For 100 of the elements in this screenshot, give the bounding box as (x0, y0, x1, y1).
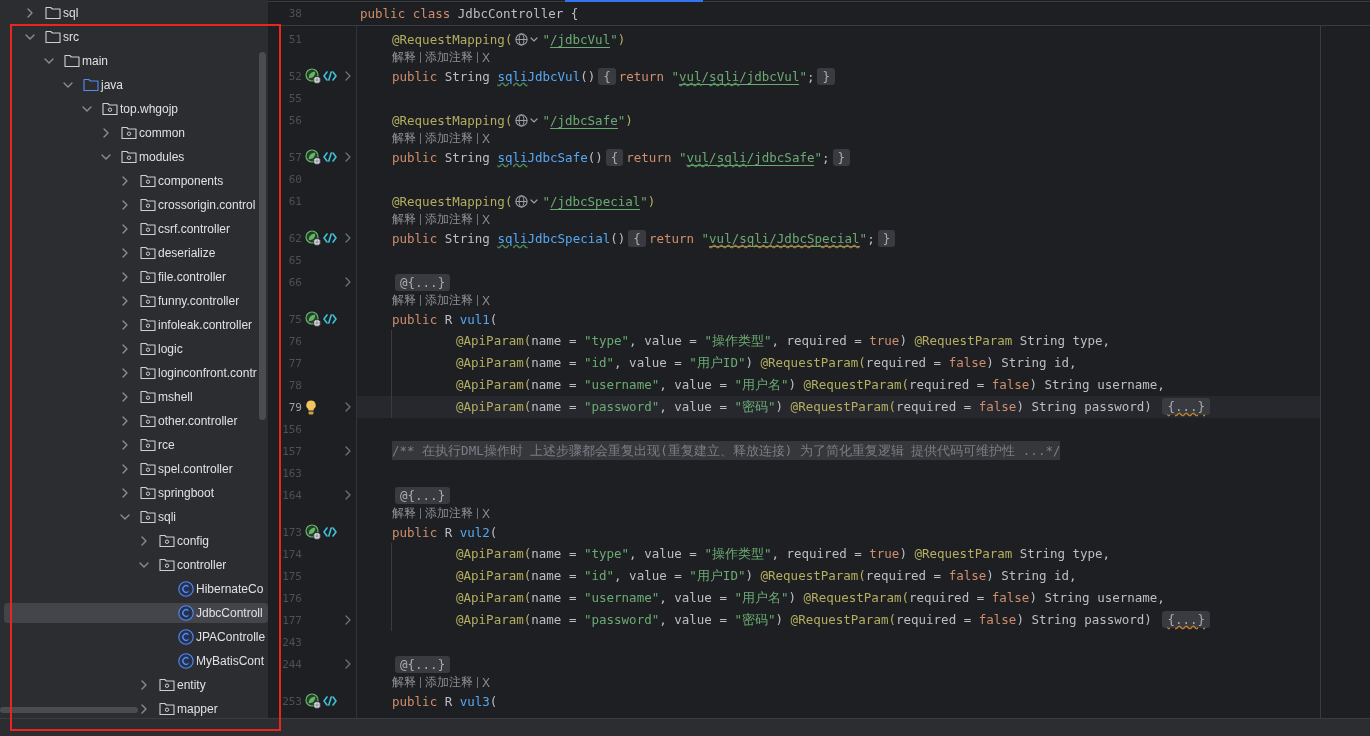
inlay-link[interactable]: X (482, 506, 490, 521)
tree-item[interactable]: main (4, 51, 268, 71)
tree-item[interactable]: components (4, 171, 268, 191)
tree-item[interactable]: src (4, 27, 268, 47)
chevron-down-icon[interactable] (44, 58, 54, 64)
chevron-right-icon[interactable] (122, 344, 128, 354)
tree-item[interactable]: file.controller (4, 267, 268, 287)
chevron-right-icon[interactable] (141, 680, 147, 690)
code-brackets-icon[interactable] (323, 233, 337, 243)
tree-item[interactable]: springboot (4, 483, 268, 503)
horizontal-scrollbar[interactable] (0, 707, 138, 713)
tree-item[interactable]: HibernateCo (4, 579, 268, 599)
tree-item[interactable]: controller (4, 555, 268, 575)
chevron-right-icon[interactable] (122, 368, 128, 378)
globe-dropdown-icon[interactable] (515, 194, 540, 208)
tree-item[interactable]: JPAControlle (4, 627, 268, 647)
inlay-link[interactable]: X (482, 293, 490, 308)
leaf-globe-icon[interactable] (305, 311, 321, 327)
tree-item[interactable]: MyBatisCont (4, 651, 268, 671)
tree-item[interactable]: java (4, 75, 268, 95)
tree-item[interactable]: csrf.controller (4, 219, 268, 239)
fold-chevron-icon[interactable] (344, 490, 351, 500)
fold-chevron-icon[interactable] (344, 659, 351, 669)
tree-item[interactable]: modules (4, 147, 268, 167)
chevron-right-icon[interactable] (122, 272, 128, 282)
tree-item[interactable]: mshell (4, 387, 268, 407)
chevron-right-icon[interactable] (122, 488, 128, 498)
inlay-link[interactable]: X (482, 212, 490, 227)
tree-item[interactable]: mapper (4, 699, 268, 718)
inlay-link[interactable]: 添加注释 (425, 49, 473, 66)
tree-item[interactable]: logic (4, 339, 268, 359)
inlay-link[interactable]: 添加注释 (425, 505, 473, 522)
tree-item[interactable]: JdbcControll (4, 603, 268, 623)
chevron-right-icon[interactable] (141, 536, 147, 546)
chevron-right-icon[interactable] (122, 320, 128, 330)
inlay-link[interactable]: 解释 (392, 130, 416, 147)
tree-item[interactable]: infoleak.controller (4, 315, 268, 335)
chevron-down-icon[interactable] (139, 562, 149, 568)
inlay-link[interactable]: X (482, 50, 490, 65)
leaf-globe-icon[interactable] (305, 230, 321, 246)
chevron-down-icon[interactable] (101, 154, 111, 160)
tree-item[interactable]: crossorigin.control (4, 195, 268, 215)
tree-item[interactable]: config (4, 531, 268, 551)
chevron-right-icon[interactable] (122, 416, 128, 426)
inlay-link[interactable]: 解释 (392, 674, 416, 691)
code-brackets-icon[interactable] (323, 314, 337, 324)
tree-item[interactable]: sql (4, 3, 268, 23)
tree-item[interactable]: top.whgojp (4, 99, 268, 119)
globe-dropdown-icon[interactable] (515, 113, 540, 127)
fold-chevron-icon[interactable] (344, 615, 351, 625)
chevron-right-icon[interactable] (122, 176, 128, 186)
inlay-link[interactable]: 添加注释 (425, 674, 473, 691)
chevron-down-icon[interactable] (25, 34, 35, 40)
tree-item[interactable]: entity (4, 675, 268, 695)
chevron-down-icon[interactable] (63, 82, 73, 88)
leaf-globe-icon[interactable] (305, 524, 321, 540)
tree-item[interactable]: other.controller (4, 411, 268, 431)
tree-item[interactable]: deserialize (4, 243, 268, 263)
fold-chevron-icon[interactable] (344, 446, 351, 456)
inlay-link[interactable]: 解释 (392, 211, 416, 228)
tree-item[interactable]: sqli (4, 507, 268, 527)
chevron-down-icon[interactable] (120, 514, 130, 520)
fold-chevron-icon[interactable] (344, 402, 351, 412)
inlay-link[interactable]: 添加注释 (425, 211, 473, 228)
chevron-right-icon[interactable] (141, 704, 147, 714)
chevron-right-icon[interactable] (122, 440, 128, 450)
leaf-globe-icon[interactable] (305, 68, 321, 84)
tree-item[interactable]: common (4, 123, 268, 143)
chevron-right-icon[interactable] (122, 392, 128, 402)
fold-chevron-icon[interactable] (344, 277, 351, 287)
code-brackets-icon[interactable] (323, 527, 337, 537)
code-brackets-icon[interactable] (323, 152, 337, 162)
chevron-right-icon[interactable] (122, 464, 128, 474)
tree-item[interactable]: loginconfront.contr (4, 363, 268, 383)
fold-chevron-icon[interactable] (344, 152, 351, 162)
chevron-right-icon[interactable] (122, 248, 128, 258)
chevron-down-icon[interactable] (82, 106, 92, 112)
vertical-scrollbar[interactable] (259, 52, 266, 420)
leaf-globe-icon[interactable] (305, 149, 321, 165)
lightbulb-icon[interactable] (305, 399, 317, 415)
chevron-right-icon[interactable] (122, 224, 128, 234)
tree-item[interactable]: spel.controller (4, 459, 268, 479)
chevron-right-icon[interactable] (103, 128, 109, 138)
fold-chevron-icon[interactable] (344, 233, 351, 243)
inlay-link[interactable]: 解释 (392, 505, 416, 522)
inlay-link[interactable]: X (482, 675, 490, 690)
code-brackets-icon[interactable] (323, 71, 337, 81)
code-brackets-icon[interactable] (323, 696, 337, 706)
tree-item[interactable]: funny.controller (4, 291, 268, 311)
chevron-right-icon[interactable] (122, 296, 128, 306)
inlay-link[interactable]: 解释 (392, 49, 416, 66)
globe-dropdown-icon[interactable] (515, 32, 540, 46)
tree-item[interactable]: rce (4, 435, 268, 455)
chevron-right-icon[interactable] (122, 200, 128, 210)
inlay-link[interactable]: 解释 (392, 292, 416, 309)
inlay-link[interactable]: 添加注释 (425, 292, 473, 309)
chevron-right-icon[interactable] (27, 8, 33, 18)
inlay-link[interactable]: 添加注释 (425, 130, 473, 147)
leaf-globe-icon[interactable] (305, 693, 321, 709)
inlay-link[interactable]: X (482, 131, 490, 146)
